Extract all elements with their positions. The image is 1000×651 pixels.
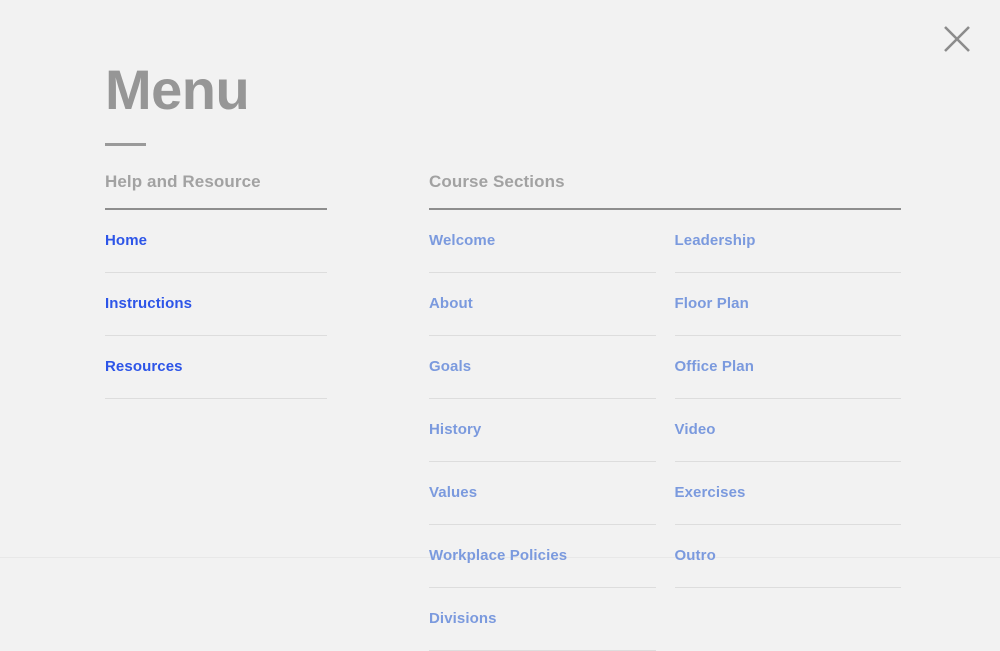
menu-link-values[interactable]: Values: [429, 462, 656, 524]
menu-title-block: Menu: [105, 56, 250, 146]
list-item: Home: [105, 210, 327, 273]
title-divider: [105, 143, 146, 146]
group-header-help-and-resource: Help and Resource: [105, 172, 261, 191]
menu-group-course-sections: Course Sections Welcome About Goals Hist…: [429, 170, 901, 651]
menu-link-office-plan[interactable]: Office Plan: [675, 336, 902, 398]
menu-column: Leadership Floor Plan Office Plan Video: [674, 210, 902, 651]
list-item: Divisions: [429, 588, 656, 651]
group-header-course-sections: Course Sections: [429, 172, 565, 191]
list-item: Workplace Policies: [429, 525, 656, 588]
close-icon: [942, 24, 972, 54]
list-item: History: [429, 399, 656, 462]
menu-column: Home Instructions Resources: [105, 210, 327, 399]
menu-column: Welcome About Goals History Values Workp…: [429, 210, 656, 651]
menu-link-home[interactable]: Home: [105, 210, 327, 272]
list-item: Goals: [429, 336, 656, 399]
menu-link-goals[interactable]: Goals: [429, 336, 656, 398]
menu-link-video[interactable]: Video: [675, 399, 902, 461]
menu-link-about[interactable]: About: [429, 273, 656, 335]
menu-link-welcome[interactable]: Welcome: [429, 210, 656, 272]
menu-overlay: Menu Help and Resource Home Instructions: [0, 0, 1000, 651]
menu-link-workplace-policies[interactable]: Workplace Policies: [429, 525, 656, 587]
menu-link-divisions[interactable]: Divisions: [429, 588, 656, 650]
menu-link-list: Leadership Floor Plan Office Plan Video: [674, 210, 902, 588]
menu-link-floor-plan[interactable]: Floor Plan: [675, 273, 902, 335]
group-columns-course-sections: Welcome About Goals History Values Workp…: [429, 210, 901, 651]
list-item: Floor Plan: [674, 273, 902, 336]
list-item: Exercises: [674, 462, 902, 525]
menu-link-list: Home Instructions Resources: [105, 210, 327, 399]
menu-link-exercises[interactable]: Exercises: [675, 462, 902, 524]
menu-link-list: Welcome About Goals History Values Workp…: [429, 210, 656, 651]
menu-link-outro[interactable]: Outro: [675, 525, 902, 587]
menu-link-history[interactable]: History: [429, 399, 656, 461]
list-item: About: [429, 273, 656, 336]
menu-link-instructions[interactable]: Instructions: [105, 273, 327, 335]
menu-group-help-and-resource: Help and Resource Home Instructions Reso…: [105, 170, 327, 399]
menu-link-resources[interactable]: Resources: [105, 336, 327, 398]
list-item: Leadership: [674, 210, 902, 273]
list-item: Welcome: [429, 210, 656, 273]
group-columns-help-and-resource: Home Instructions Resources: [105, 210, 327, 399]
list-item: Values: [429, 462, 656, 525]
list-item: Outro: [674, 525, 902, 588]
list-item: Resources: [105, 336, 327, 399]
close-menu-button[interactable]: [936, 18, 978, 60]
list-item: Office Plan: [674, 336, 902, 399]
page-title: Menu: [105, 58, 250, 121]
menu-link-leadership[interactable]: Leadership: [675, 210, 902, 272]
list-item: Video: [674, 399, 902, 462]
list-item: Instructions: [105, 273, 327, 336]
